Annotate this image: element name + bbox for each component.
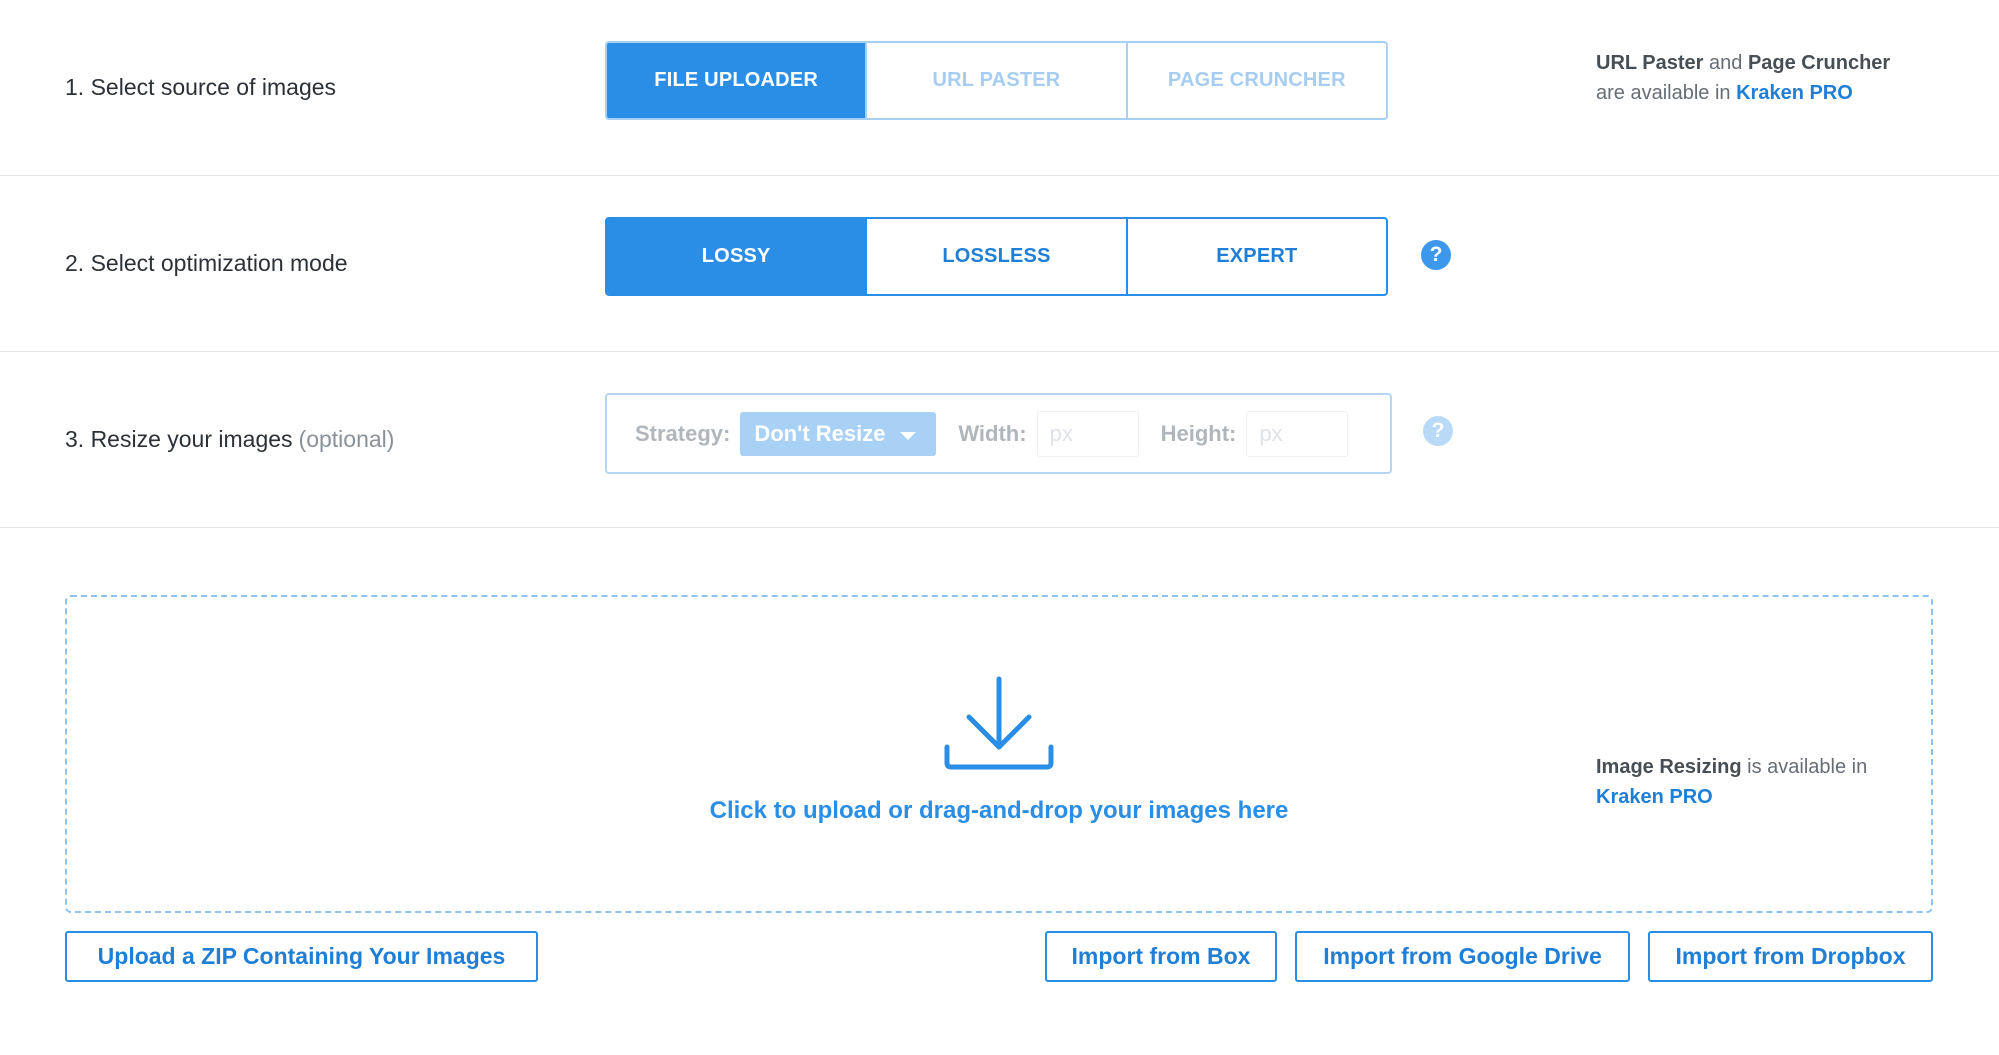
note-text-available: are available in [1596, 82, 1737, 104]
source-selector: FILE UPLOADER URL PASTER PAGE CRUNCHER [605, 41, 1388, 120]
upload-zip-button[interactable]: Upload a ZIP Containing Your Images [65, 931, 538, 982]
question-circle-icon[interactable]: ? [1421, 240, 1451, 270]
file-uploader-tab[interactable]: FILE UPLOADER [607, 43, 866, 118]
step-2-label: 2. Select optimization mode [65, 176, 348, 351]
optional-tag: (optional) [298, 426, 395, 452]
url-paster-tab: URL PASTER [865, 43, 1125, 118]
source-row: 1. Select source of images FILE UPLOADER… [0, 0, 1999, 176]
strategy-dropdown: Don't Resize [740, 411, 937, 456]
step-1-label: 1. Select source of images [65, 0, 336, 175]
strategy-label: Strategy: [635, 420, 731, 446]
lossless-tab[interactable]: LOSSLESS [865, 219, 1125, 294]
height-input: px [1246, 410, 1349, 457]
step-3-label-text: 3. Resize your images [65, 426, 293, 452]
expert-tab[interactable]: EXPERT [1125, 219, 1386, 294]
mode-selector: LOSSY LOSSLESS EXPERT [605, 217, 1388, 296]
width-label: Width: [958, 420, 1027, 446]
caret-down-icon [899, 431, 916, 440]
mode-row: 2. Select optimization mode LOSSY LOSSLE… [0, 176, 1999, 352]
import-google-drive-button[interactable]: Import from Google Drive [1295, 931, 1630, 982]
step-3-label: 3. Resize your images (optional) [65, 352, 394, 527]
height-label: Height: [1160, 420, 1237, 446]
note-url-paster: URL Paster [1596, 52, 1704, 74]
upload-dropzone[interactable]: Click to upload or drag-and-drop your im… [65, 595, 1933, 913]
step-2-label-text: 2. Select optimization mode [65, 250, 348, 276]
question-circle-icon-disabled: ? [1423, 416, 1453, 446]
import-box-button[interactable]: Import from Box [1045, 931, 1277, 982]
page-cruncher-tab: PAGE CRUNCHER [1125, 43, 1386, 118]
dropzone-text: Click to upload or drag-and-drop your im… [709, 797, 1289, 824]
import-dropbox-button[interactable]: Import from Dropbox [1648, 931, 1933, 982]
step-1-label-text: 1. Select source of images [65, 74, 337, 100]
kraken-web-interface: 1. Select source of images FILE UPLOADER… [0, 0, 1999, 1055]
resize-controls: Strategy: Don't Resize Width: px Height:… [605, 393, 1392, 474]
strategy-value: Don't Resize [754, 420, 886, 446]
lossy-tab[interactable]: LOSSY [607, 219, 866, 294]
kraken-pro-link[interactable]: Kraken PRO [1736, 82, 1853, 104]
width-input: px [1036, 410, 1139, 457]
note-page-cruncher: Page Cruncher [1747, 52, 1891, 74]
note-text-and: and [1703, 52, 1748, 74]
download-icon [944, 676, 1054, 770]
pro-features-note: URL Paster and Page Cruncher are availab… [1596, 48, 1890, 108]
